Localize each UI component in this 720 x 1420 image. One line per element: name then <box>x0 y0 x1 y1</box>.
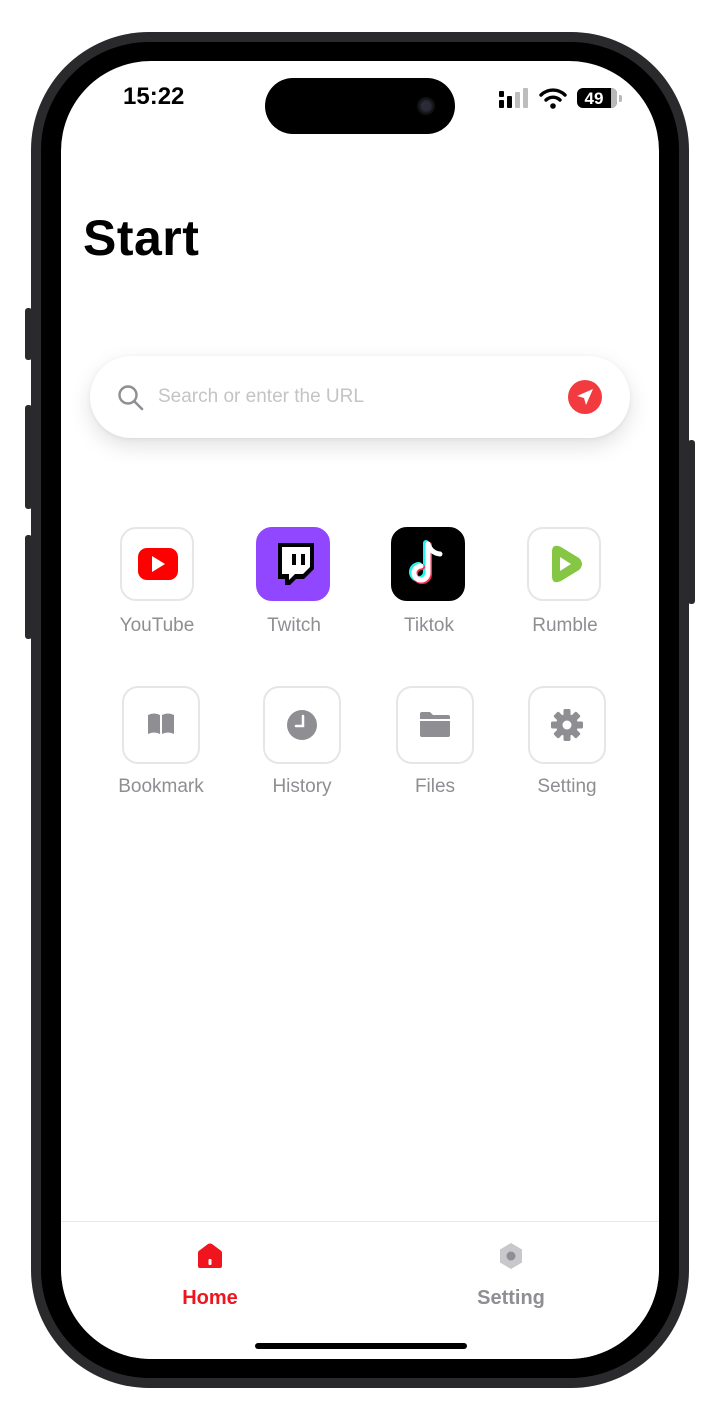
app-label: YouTube <box>119 615 195 636</box>
action-button <box>25 308 32 360</box>
tool-tile-bookmark[interactable]: Bookmark <box>91 686 231 806</box>
screen: 15:22 49 Start Search or enter the URL Y… <box>61 61 659 1359</box>
app-tile-rumble[interactable]: Rumble <box>495 527 635 647</box>
battery-icon: 49 <box>577 88 617 108</box>
tool-label: History <box>272 776 332 797</box>
app-label: Tiktok <box>404 615 454 636</box>
tab-label: Setting <box>477 1287 545 1309</box>
twitch-icon <box>256 527 330 601</box>
tab-setting[interactable]: Setting <box>431 1222 591 1332</box>
app-tile-twitch[interactable]: Twitch <box>224 527 364 647</box>
home-icon <box>198 1243 222 1268</box>
battery-level: 49 <box>584 89 604 108</box>
search-input[interactable] <box>158 376 548 418</box>
camera-icon <box>417 97 435 115</box>
wifi-icon <box>539 88 567 109</box>
dynamic-island <box>265 78 455 134</box>
tab-home[interactable]: Home <box>130 1222 290 1332</box>
tool-tile-files[interactable]: Files <box>365 686 505 806</box>
battery-nub <box>619 95 622 102</box>
status-time: 15:22 <box>123 83 185 110</box>
send-icon <box>577 389 593 405</box>
tab-bar: Home Setting <box>61 1221 659 1359</box>
tool-label: Bookmark <box>118 776 204 797</box>
tool-tile-setting[interactable]: Setting <box>497 686 637 806</box>
search-icon <box>118 385 144 411</box>
app-tile-tiktok[interactable]: Tiktok <box>359 527 499 647</box>
clock-icon <box>263 686 341 764</box>
folder-icon <box>396 686 474 764</box>
volume-down-button <box>25 535 32 639</box>
tool-tile-history[interactable]: History <box>232 686 372 806</box>
tool-label: Setting <box>537 776 597 797</box>
app-label: Rumble <box>532 615 598 636</box>
search-bar[interactable] <box>90 356 630 438</box>
app-label: Twitch <box>267 615 321 636</box>
youtube-icon <box>120 527 194 601</box>
home-indicator[interactable] <box>255 1343 467 1349</box>
send-button[interactable] <box>568 380 602 414</box>
tiktok-icon <box>391 527 465 601</box>
power-button <box>688 440 695 604</box>
tab-label: Home <box>182 1287 238 1309</box>
page-title: Start <box>83 210 200 266</box>
volume-up-button <box>25 405 32 509</box>
app-tile-youtube[interactable]: YouTube <box>87 527 227 647</box>
book-icon <box>122 686 200 764</box>
cellular-signal-icon <box>499 88 528 108</box>
settings-hex-icon <box>500 1243 522 1269</box>
gear-icon <box>528 686 606 764</box>
tool-label: Files <box>414 776 456 797</box>
rumble-icon <box>527 527 601 601</box>
